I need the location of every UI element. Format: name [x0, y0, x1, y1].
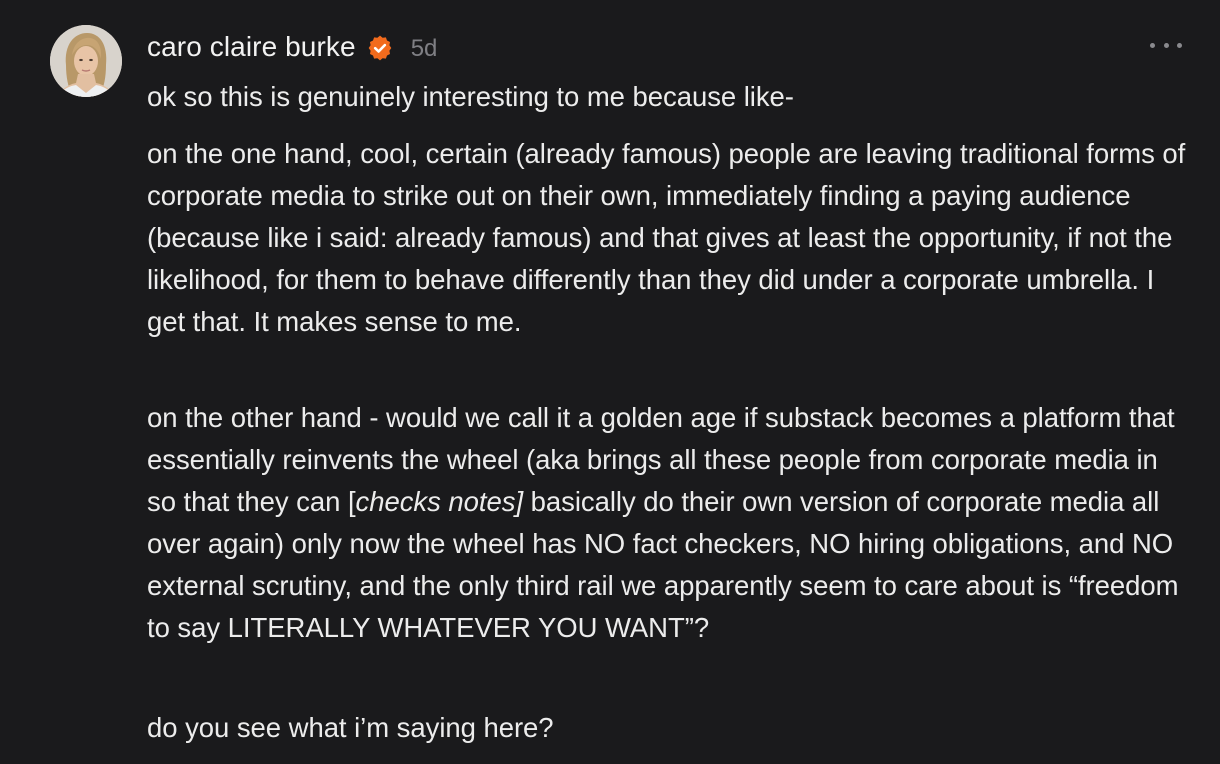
post-header: caro claire burke 5d: [147, 28, 437, 66]
post-paragraph-1: ok so this is genuinely interesting to m…: [147, 81, 794, 112]
post-paragraph-3: on the other hand - would we call it a g…: [147, 397, 1192, 649]
more-horizontal-icon: [1150, 42, 1155, 48]
paragraph-3-italic-text: checks notes]: [355, 486, 524, 517]
avatar[interactable]: [50, 25, 122, 97]
post-body: ok so this is genuinely interesting to m…: [147, 76, 1192, 743]
avatar-photo: [50, 25, 122, 97]
verified-badge-icon: [367, 35, 393, 61]
author-name[interactable]: caro claire burke: [147, 31, 356, 63]
timestamp[interactable]: 5d: [411, 35, 438, 63]
post-paragraph-2: on the one hand, cool, certain (already …: [147, 138, 1186, 337]
post-paragraph-4: do you see what i’m saying here?: [147, 712, 554, 743]
more-options-button[interactable]: [1150, 36, 1182, 54]
